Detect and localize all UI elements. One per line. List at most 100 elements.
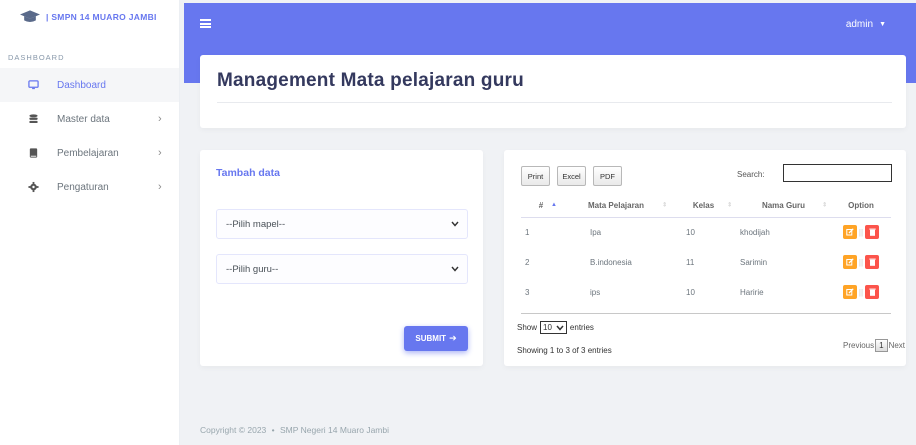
excel-button[interactable]: Excel	[557, 166, 586, 186]
separator: ||	[858, 257, 864, 267]
sort-icon: ⇕	[726, 202, 732, 209]
entries-length: Show 10 entries	[517, 321, 594, 334]
edit-button[interactable]	[842, 255, 857, 269]
search-input[interactable]	[783, 164, 892, 182]
edit-icon	[846, 258, 854, 266]
mapel-select-value: --Pilih mapel--	[226, 218, 286, 230]
sidebar-item-pengaturan[interactable]: Pengaturan ›	[0, 170, 179, 204]
delete-button[interactable]	[865, 285, 880, 299]
table-row: 3 ips 10 Haririe ||	[521, 277, 891, 307]
length-show-label: Show	[517, 323, 538, 332]
print-button[interactable]: Print	[521, 166, 550, 186]
gear-icon	[28, 181, 39, 193]
cell-kelas: 11	[686, 257, 695, 267]
edit-icon	[846, 288, 854, 296]
chevron-right-icon: ›	[158, 147, 162, 159]
divider	[217, 102, 892, 103]
sidebar: | SMPN 14 MUARO JAMBI DASHBOARD Dashboar…	[0, 0, 180, 445]
monitor-icon	[28, 80, 39, 90]
cell-mapel: ips	[590, 287, 601, 297]
column-header-option: Option	[831, 194, 891, 218]
brand[interactable]: | SMPN 14 MUARO JAMBI	[0, 0, 179, 34]
sidebar-item-master-data[interactable]: Master data ›	[0, 102, 179, 136]
column-header-mapel[interactable]: Mata Pelajaran ⇕	[561, 194, 671, 218]
data-table-card: Print Excel PDF Search: # ▲ Mata Pelajara…	[504, 150, 906, 366]
page-header-card: Management Mata pelajaran guru	[200, 55, 906, 128]
guru-select[interactable]: --Pilih guru--	[216, 254, 468, 284]
column-header-no[interactable]: # ▲	[521, 194, 561, 218]
length-entries-label: entries	[569, 323, 594, 332]
next-button[interactable]: Next	[889, 341, 905, 350]
page-1-button[interactable]: 1	[875, 339, 888, 352]
table-row: 2 B.indonesia 11 Sarimin ||	[521, 247, 891, 277]
topbar: admin ▼	[184, 3, 916, 48]
sidebar-item-label: Dashboard	[57, 79, 106, 91]
sidebar-item-pembelajaran[interactable]: Pembelajaran ›	[0, 136, 179, 170]
menu-toggle-icon[interactable]	[200, 19, 211, 28]
trash-icon	[868, 258, 876, 266]
pagination: Previous 1 Next	[843, 339, 905, 352]
chevron-down-icon	[556, 325, 564, 331]
data-table: # ▲ Mata Pelajaran ⇕ Kelas ⇕ Nama Guru ⇕ Opt…	[521, 194, 891, 307]
sort-asc-icon: ▲	[551, 202, 557, 209]
guru-select-value: --Pilih guru--	[226, 263, 279, 275]
entries-select-value: 10	[543, 323, 552, 332]
cell-mapel: Ipa	[590, 227, 602, 237]
footer-org: SMP Negeri 14 Muaro Jambi	[280, 425, 389, 435]
previous-button[interactable]: Previous	[843, 341, 874, 350]
table-header-row: # ▲ Mata Pelajaran ⇕ Kelas ⇕ Nama Guru ⇕ Opt…	[521, 194, 891, 218]
separator: ||	[858, 227, 864, 237]
database-icon	[29, 114, 38, 124]
mapel-select[interactable]: --Pilih mapel--	[216, 209, 468, 239]
column-header-guru[interactable]: Nama Guru ⇕	[736, 194, 831, 218]
caret-down-icon: ▼	[879, 21, 886, 28]
table-row: 1 Ipa 10 khodijah ||	[521, 217, 891, 247]
trash-icon	[868, 288, 876, 296]
chevron-down-icon	[451, 266, 459, 272]
footer-bullet: •	[271, 425, 275, 435]
cell-no: 2	[525, 257, 530, 267]
delete-button[interactable]	[865, 225, 880, 240]
footer: Copyright © 2023 • SMP Negeri 14 Muaro J…	[200, 425, 389, 435]
brand-name: | SMPN 14 MUARO JAMBI	[46, 12, 157, 22]
cell-option: ||	[831, 217, 891, 247]
cell-kelas: 10	[686, 287, 695, 297]
graduation-cap-icon	[20, 10, 40, 22]
divider	[521, 313, 891, 314]
cell-no: 1	[525, 227, 530, 237]
sidebar-item-label: Pembelajaran	[57, 147, 119, 159]
cell-guru: Sarimin	[740, 257, 768, 267]
sidebar-item-label: Master data	[57, 113, 110, 125]
cell-no: 3	[525, 287, 530, 297]
page-title: Management Mata pelajaran guru	[217, 70, 524, 91]
edit-icon	[846, 228, 854, 236]
book-icon	[29, 148, 38, 158]
cell-option: ||	[831, 277, 891, 307]
cell-guru: khodijah	[740, 227, 770, 237]
cell-option: ||	[831, 247, 891, 277]
sidebar-item-dashboard[interactable]: Dashboard	[0, 68, 179, 102]
separator: ||	[858, 287, 864, 297]
chevron-right-icon: ›	[158, 113, 162, 125]
pdf-button[interactable]: PDF	[593, 166, 622, 186]
submit-label: SUBMIT	[415, 334, 447, 343]
user-menu[interactable]: admin ▼	[846, 19, 886, 30]
card-title: Tambah data	[216, 167, 280, 179]
submit-button[interactable]: SUBMIT ➔	[404, 326, 468, 351]
chevron-right-icon: ›	[158, 181, 162, 193]
delete-button[interactable]	[865, 255, 880, 269]
sort-icon: ⇕	[661, 202, 667, 209]
entries-select[interactable]: 10	[540, 321, 567, 334]
table-info: Showing 1 to 3 of 3 entries	[517, 346, 612, 355]
sort-icon: ⇕	[821, 202, 827, 209]
sidebar-section-label: DASHBOARD	[8, 53, 65, 62]
trash-icon	[868, 228, 876, 237]
edit-button[interactable]	[842, 225, 857, 240]
cell-mapel: B.indonesia	[590, 257, 632, 267]
chevron-down-icon	[451, 221, 459, 227]
edit-button[interactable]	[842, 285, 857, 299]
sidebar-item-label: Pengaturan	[57, 181, 109, 193]
column-header-kelas[interactable]: Kelas ⇕	[671, 194, 736, 218]
cell-guru: Haririe	[740, 287, 764, 297]
arrow-right-icon: ➔	[449, 333, 457, 343]
